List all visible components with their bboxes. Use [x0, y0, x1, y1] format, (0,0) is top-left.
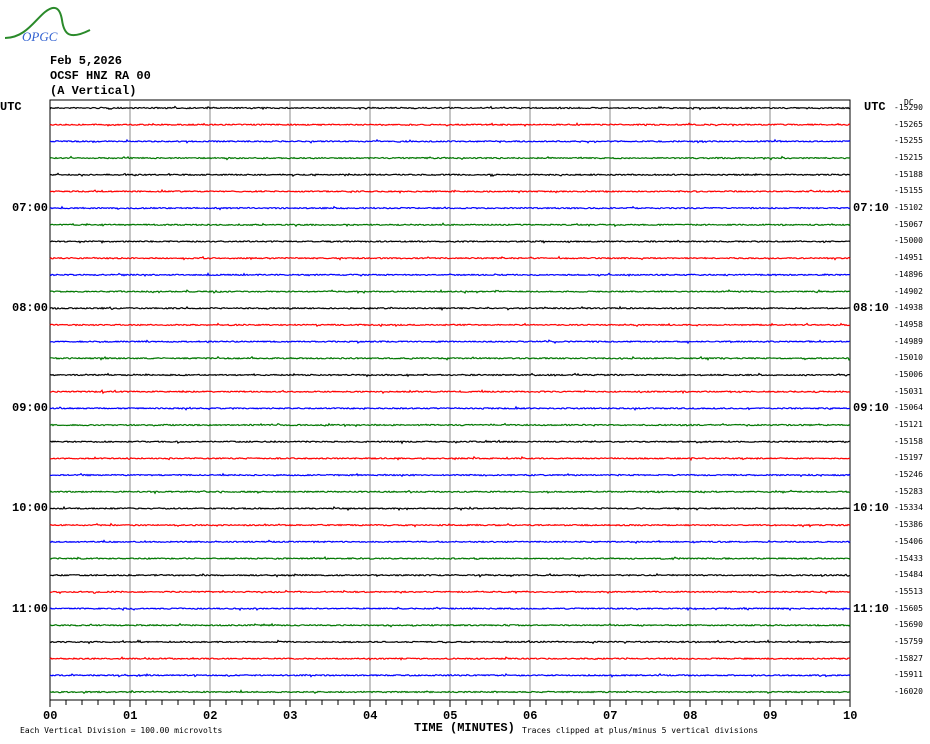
dc-offset-label: -15010 [894, 353, 923, 363]
dc-offset-label: -15265 [894, 119, 923, 129]
dc-offset-label: -16020 [894, 687, 923, 696]
dc-offset-label: -15406 [894, 536, 923, 546]
x-tick-label: 03 [283, 709, 298, 723]
logo-text: OPGC [22, 29, 58, 44]
dc-offset-label: -15690 [894, 620, 923, 630]
utc-left-label: UTC [0, 100, 22, 114]
dc-offset-label: -15827 [894, 653, 923, 663]
left-time-label: 11:00 [12, 601, 49, 616]
dc-offset-label: -15188 [894, 169, 923, 179]
dc-offset-label: -15911 [894, 670, 923, 680]
dc-offset-label: -15283 [894, 486, 923, 496]
helicorder-plot: OPGC [4, 6, 851, 707]
right-time-label: 07:10 [853, 201, 890, 216]
utc-right-label: UTC [864, 100, 886, 114]
dc-offset-label: -15031 [894, 386, 923, 396]
dc-offset-label: -14951 [894, 253, 923, 263]
x-tick-label: 04 [363, 709, 378, 723]
dc-offset-label: -15290 [894, 103, 923, 112]
dc-offset-label: -15121 [894, 420, 923, 430]
dc-offset-label: -15067 [894, 219, 923, 229]
x-tick-label: 09 [763, 709, 778, 723]
component-label: (A Vertical) [50, 84, 137, 98]
x-tick-label: 01 [123, 709, 138, 723]
dc-offset-label: -15433 [894, 553, 923, 563]
x-axis-title: TIME (MINUTES) [414, 721, 515, 735]
dc-offset-label: -15255 [894, 136, 923, 146]
dc-offset-label: -15102 [894, 203, 923, 213]
x-tick-label: 07 [603, 709, 618, 723]
dc-offset-label: -15605 [894, 603, 923, 613]
dc-offset-label: -15246 [894, 470, 923, 480]
dc-offset-label: -14902 [894, 286, 923, 296]
dc-offset-label: -15000 [894, 236, 923, 246]
dc-offset-label: -15759 [894, 636, 923, 646]
left-time-label: 07:00 [12, 201, 49, 216]
x-tick-label: 08 [683, 709, 698, 723]
x-tick-label: 02 [203, 709, 218, 723]
dc-offset-label: -14896 [894, 269, 923, 279]
right-time-label: 10:10 [853, 501, 890, 516]
dc-offset-label: -15386 [894, 520, 923, 530]
dc-offset-label: -14989 [894, 336, 923, 346]
station-label: OCSF HNZ RA 00 [50, 69, 151, 83]
dc-offset-label: -15484 [894, 570, 923, 580]
dc-offset-label: -15006 [894, 369, 923, 379]
dc-offset-label: -15155 [894, 186, 923, 196]
left-time-label: 09:00 [12, 401, 49, 416]
right-time-label: 11:10 [853, 601, 890, 616]
left-time-label: 10:00 [12, 501, 49, 516]
left-time-label: 08:00 [12, 301, 49, 316]
dc-offset-label: -15197 [894, 453, 923, 463]
x-tick-label: 10 [843, 709, 858, 723]
logo: OPGC [4, 6, 91, 44]
dc-offset-label: -15334 [894, 503, 923, 513]
right-time-label: 09:10 [853, 401, 890, 416]
dc-offset-label: -15158 [894, 436, 923, 446]
x-tick-label: 00 [43, 709, 58, 723]
right-time-label: 08:10 [853, 301, 890, 316]
dc-offset-label: -15215 [894, 153, 923, 163]
dc-offset-label: -14958 [894, 319, 923, 329]
dc-offset-label: -14938 [894, 303, 923, 313]
x-tick-label: 06 [523, 709, 538, 723]
dc-offset-label: -15513 [894, 586, 923, 596]
dc-offset-label: -15064 [894, 403, 923, 413]
clip-note: Traces clipped at plus/minus 5 vertical … [522, 726, 759, 735]
scale-note: Each Vertical Division = 100.00 microvol… [20, 726, 223, 735]
date-label: Feb 5,2026 [50, 54, 123, 68]
